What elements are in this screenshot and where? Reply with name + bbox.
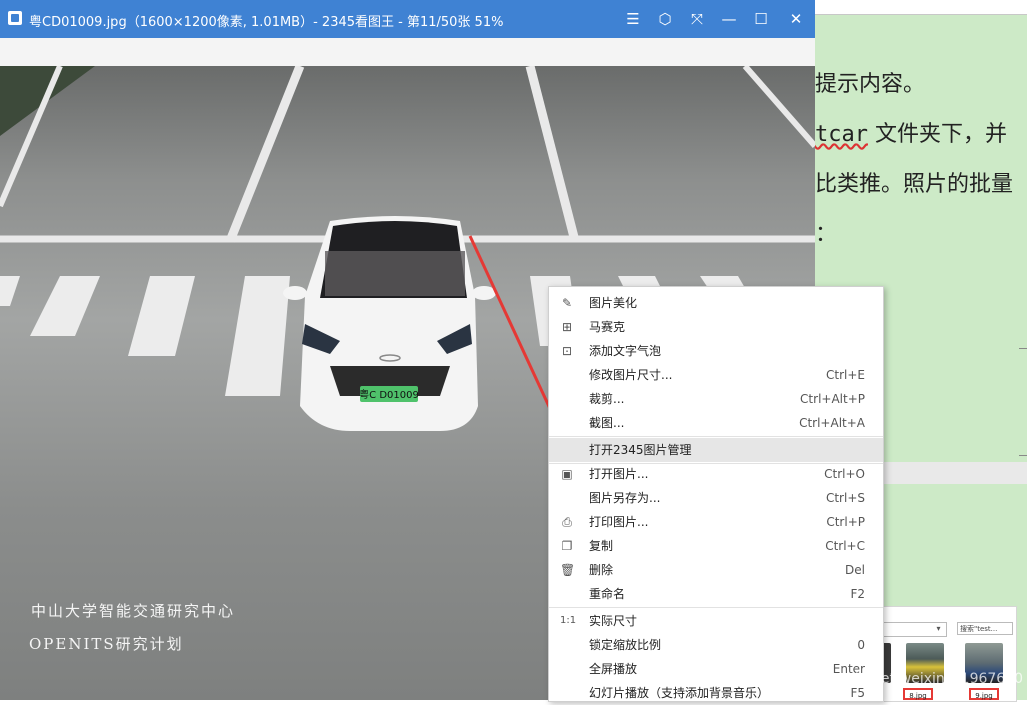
menu-item-copy[interactable]: ❐ 复制 Ctrl+C (549, 534, 883, 558)
margin-mark (1019, 348, 1027, 349)
fullscreen-icon[interactable]: ⤧ (687, 9, 707, 29)
window-title: 粤CD01009.jpg（1600×1200像素, 1.01MB）- 2345看… (29, 15, 504, 30)
file-name[interactable]: 8.jpg (903, 688, 933, 700)
close-icon[interactable]: ✕ (786, 9, 806, 29)
menu-item-shortcut: Ctrl+Alt+A (799, 416, 865, 430)
menu-item-label: 添加文字气泡 (589, 344, 662, 358)
car: 粤C D01009 (283, 216, 496, 431)
menu-item-beautify[interactable]: ✎ 图片美化 (549, 291, 883, 315)
toolbar-strip (0, 38, 815, 66)
menu-item-lock-zoom[interactable]: 锁定缩放比例 0 (549, 633, 883, 657)
menu-item-shortcut: Del (845, 563, 865, 577)
menu-item-shortcut: 0 (857, 638, 865, 652)
edit-icon: ✎ (561, 296, 573, 310)
menu-item-label: 复制 (589, 539, 614, 553)
menu-item-shortcut: Ctrl+E (826, 368, 865, 382)
printer-icon: ⎙ (562, 515, 572, 529)
menu-item-label: 幻灯片播放（支持添加背景音乐） (589, 686, 770, 700)
menu-item-shortcut: F2 (850, 587, 865, 601)
search-input[interactable]: 搜索"test... (957, 622, 1013, 635)
document-line-4: ： (815, 222, 838, 247)
menu-item-mosaic[interactable]: ⊞ 马赛克 (549, 315, 883, 339)
menu-item-save-as[interactable]: 图片另存为... Ctrl+S (549, 486, 883, 510)
actual-size-icon: 1:1 (560, 615, 577, 626)
trash-icon: 🗑 (560, 563, 576, 577)
blog-watermark: https://blog.csdn.net/weixin_41967600 (750, 671, 1024, 687)
menu-item-print[interactable]: ⎙ 打印图片... Ctrl+P (549, 510, 883, 534)
menu-item-label: 马赛克 (589, 320, 626, 334)
file-name[interactable]: 9.jpg (969, 688, 999, 700)
document-line-2: tcar 文件夹下，并 (815, 116, 1007, 148)
menu-item-label: 截图... (589, 416, 625, 430)
menu-item-text-bubble[interactable]: ⊡ 添加文字气泡 (549, 339, 883, 363)
photo-watermark-2: OPENITS研究计划 (29, 635, 184, 653)
menu-item-label: 图片另存为... (589, 491, 661, 505)
menu-item-shortcut: Ctrl+Alt+P (800, 392, 865, 406)
menu-item-open-manager[interactable]: 打开2345图片管理 (549, 438, 883, 462)
lane-lines (0, 66, 815, 243)
file-explorer-thumbnail: ▾ 搜索"test... 8.jpg 9.jpg (878, 606, 1017, 702)
menu-item-label: 打开2345图片管理 (589, 443, 692, 457)
title-bar[interactable]: 粤CD01009.jpg（1600×1200像素, 1.01MB）- 2345看… (0, 0, 815, 38)
menu-item-label: 实际尺寸 (589, 614, 638, 628)
text-bubble-icon: ⊡ (561, 344, 573, 358)
menu-item-label: 图片美化 (589, 296, 638, 310)
menu-item-label: 打印图片... (589, 515, 649, 529)
mosaic-icon: ⊞ (561, 320, 573, 334)
menu-separator (549, 436, 883, 437)
chevron-down-icon[interactable]: ▾ (934, 623, 943, 634)
image-icon: ▣ (561, 467, 573, 481)
menu-item-label: 打开图片... (589, 467, 649, 481)
menu-item-delete[interactable]: 🗑 删除 Del (549, 558, 883, 582)
minimize-icon[interactable]: — (719, 9, 739, 29)
menu-item-label: 全屏播放 (589, 662, 638, 676)
document-line-1: 提示内容。 (815, 72, 926, 97)
menu-item-resize[interactable]: 修改图片尺寸... Ctrl+E (549, 363, 883, 387)
skin-icon[interactable]: ⬡ (655, 9, 675, 29)
menu-item-shortcut: Ctrl+S (825, 491, 865, 505)
menu-item-rename[interactable]: 重命名 F2 (549, 582, 883, 606)
plate-text: 粤C D01009 (359, 388, 419, 401)
menu-item-label: 删除 (589, 563, 614, 577)
menu-item-shortcut: Ctrl+O (824, 467, 865, 481)
menu-item-label: 修改图片尺寸... (589, 368, 673, 382)
menu-item-crop[interactable]: 裁剪... Ctrl+Alt+P (549, 387, 883, 411)
document-line-2-rest: 文件夹下，并 (867, 122, 1007, 147)
menu-item-label: 裁剪... (589, 392, 625, 406)
photo-watermark-1: 中山大学智能交通研究中心 (31, 602, 236, 620)
document-top-strip (815, 0, 1027, 15)
menu-item-actual-size[interactable]: 1:1 实际尺寸 (549, 609, 883, 633)
menu-item-shortcut: Ctrl+P (826, 515, 865, 529)
underlined-word: tcar (815, 122, 868, 147)
menu-icon[interactable]: ☰ (623, 9, 643, 29)
document-line-3: 比类推。照片的批量 (815, 172, 1014, 197)
menu-item-label: 重命名 (589, 587, 626, 601)
menu-separator (549, 607, 883, 608)
margin-mark (1019, 455, 1027, 456)
menu-item-screenshot[interactable]: 截图... Ctrl+Alt+A (549, 411, 883, 435)
copy-icon: ❐ (561, 539, 573, 553)
menu-item-shortcut: Ctrl+C (825, 539, 865, 553)
menu-item-open-image[interactable]: ▣ 打开图片... Ctrl+O (549, 462, 883, 486)
menu-item-label: 锁定缩放比例 (589, 638, 662, 652)
context-menu: ✎ 图片美化 ⊞ 马赛克 ⊡ 添加文字气泡 修改图片尺寸... Ctrl+E 裁… (548, 286, 884, 702)
app-icon (8, 11, 22, 25)
maximize-icon[interactable]: ☐ (751, 9, 771, 29)
